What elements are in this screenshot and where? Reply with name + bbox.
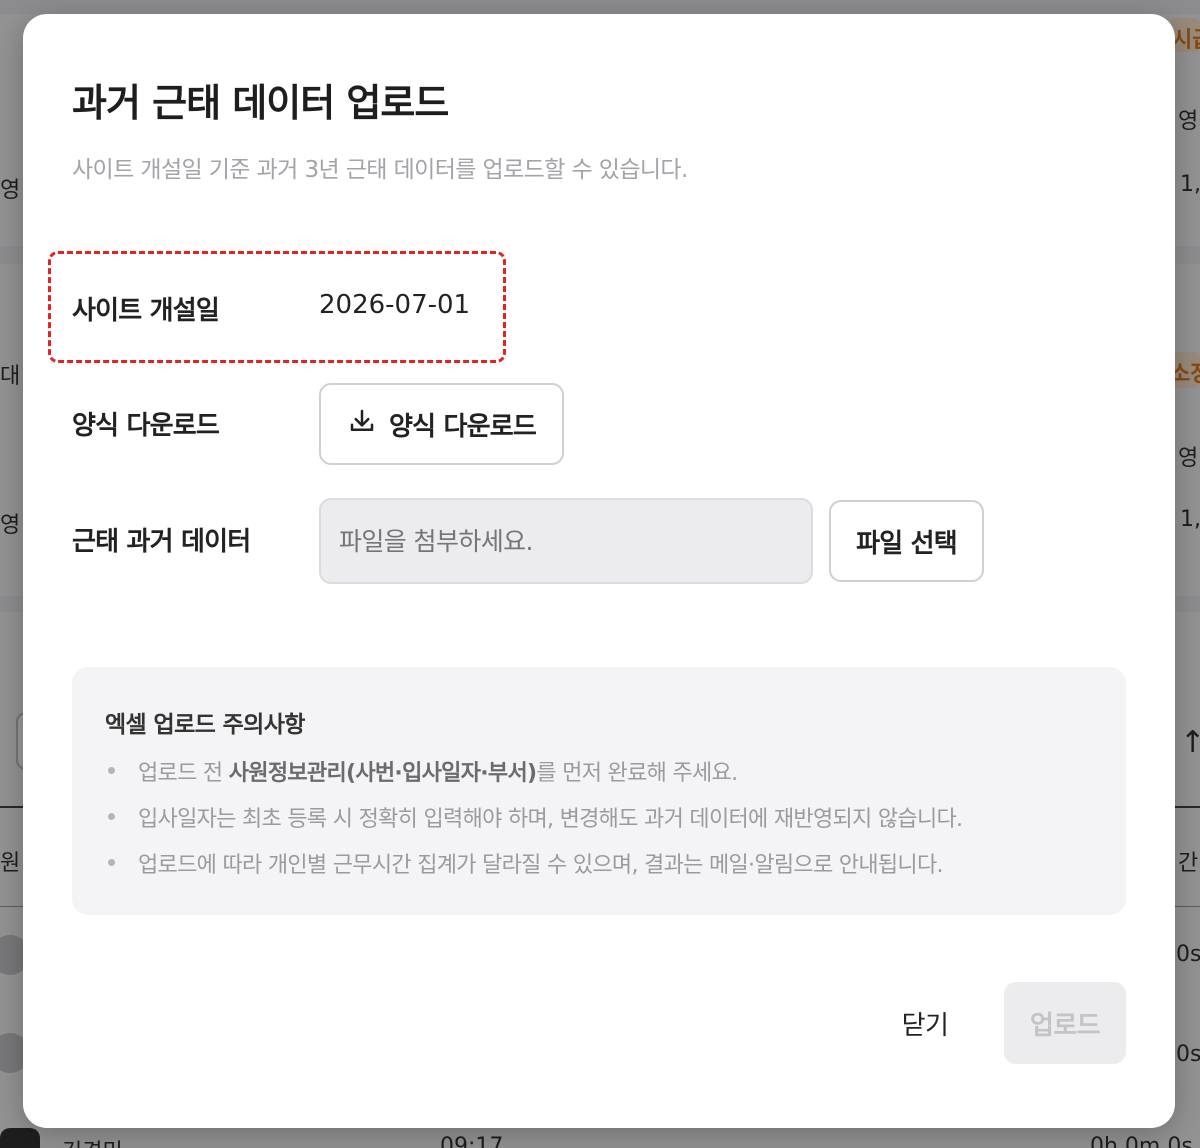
open-date-label: 사이트 개설일 — [72, 296, 220, 326]
close-button[interactable]: 닫기 — [871, 982, 979, 1064]
notice-item: 입사일자는 최초 등록 시 정확히 입력해야 하며, 변경해도 과거 데이터에 … — [105, 801, 963, 847]
file-path-input[interactable] — [319, 498, 813, 584]
upload-history-modal: 과거 근태 데이터 업로드 사이트 개설일 기준 과거 3년 근태 데이터를 업… — [23, 14, 1175, 1128]
notice-title: 엑셀 업로드 주의사항 — [105, 712, 305, 738]
history-file-label: 근태 과거 데이터 — [72, 527, 251, 557]
template-download-button[interactable]: 양식 다운로드 — [319, 383, 564, 465]
download-icon — [347, 406, 377, 443]
notice-list: 업로드 전 사원정보관리(사번·입사일자·부서)를 먼저 완료해 주세요. 입사… — [105, 755, 963, 893]
notice-item: 업로드 전 사원정보관리(사번·입사일자·부서)를 먼저 완료해 주세요. — [105, 755, 962, 801]
notice-item: 업로드에 따라 개인별 근무시간 집계가 달라질 수 있으며, 결과는 메일·알… — [105, 847, 962, 893]
select-file-button[interactable]: 파일 선택 — [829, 500, 984, 582]
template-label: 양식 다운로드 — [72, 411, 220, 441]
modal-title: 과거 근태 데이터 업로드 — [72, 81, 449, 125]
modal-description: 사이트 개설일 기준 과거 3년 근태 데이터를 업로드할 수 있습니다. — [72, 157, 688, 183]
open-date-value: 2026-07-01 — [319, 290, 471, 320]
upload-notice: 엑셀 업로드 주의사항 업로드 전 사원정보관리(사번·입사일자·부서)를 먼저… — [72, 667, 1126, 915]
template-download-label: 양식 다운로드 — [389, 411, 537, 442]
upload-button[interactable]: 업로드 — [1004, 982, 1126, 1064]
